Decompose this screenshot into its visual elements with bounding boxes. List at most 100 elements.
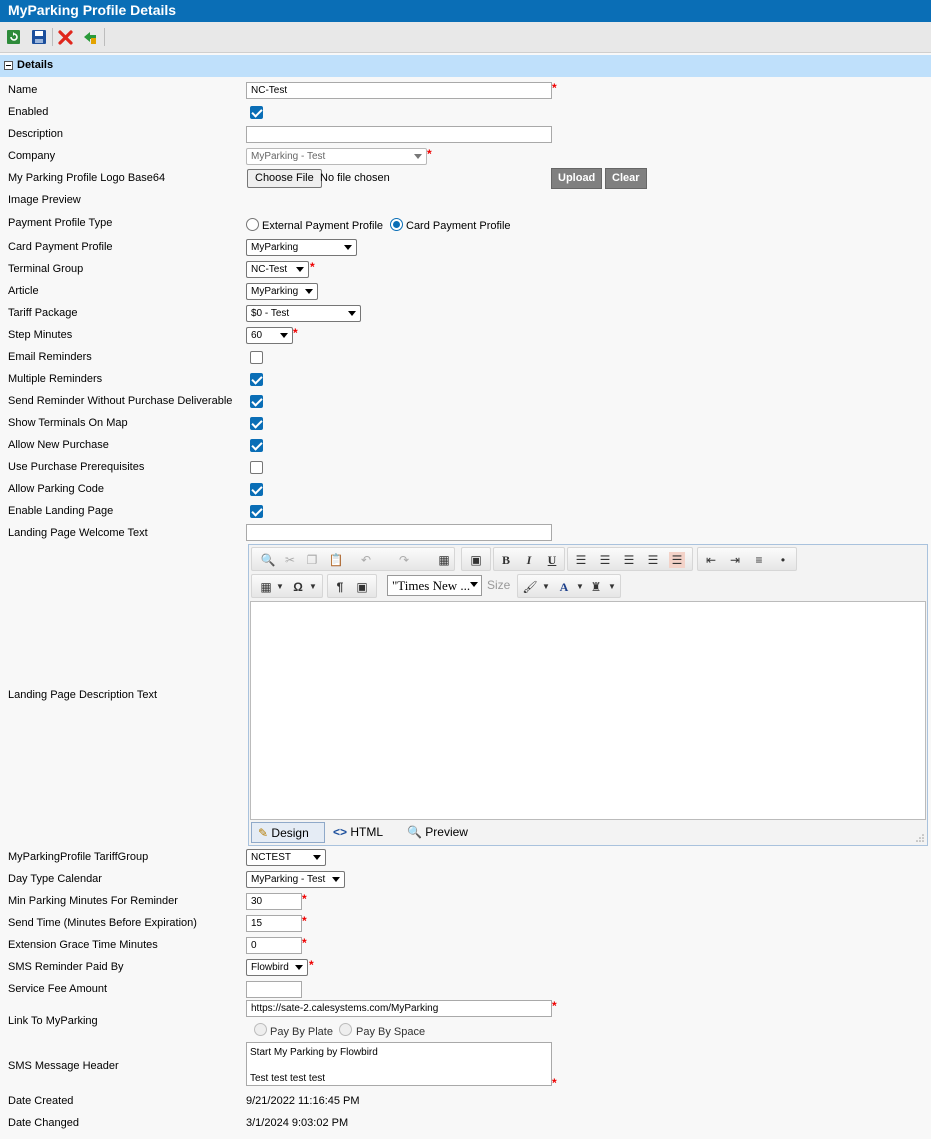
send-time-label: Send Time (Minutes Before Expiration): [8, 917, 197, 929]
cut-icon[interactable]: ✂: [282, 552, 298, 568]
paragraph-icon[interactable]: ¶: [332, 579, 348, 595]
allow-parking-code-checkbox[interactable]: [250, 483, 263, 496]
copy-icon[interactable]: ❐: [304, 552, 320, 568]
tariff-package-select[interactable]: $0 - Test: [246, 305, 361, 322]
upload-button[interactable]: Upload: [551, 168, 603, 189]
align-left-icon[interactable]: ☰: [573, 552, 589, 568]
description-input[interactable]: [246, 126, 552, 143]
chevron-down-icon[interactable]: ▼: [305, 579, 321, 595]
step-minutes-select[interactable]: 60: [246, 327, 293, 344]
multiple-reminders-checkbox[interactable]: [250, 373, 263, 386]
align-right-icon[interactable]: ☰: [621, 552, 637, 568]
send-reminder-without-checkbox[interactable]: [250, 395, 263, 408]
sms-header-label: SMS Message Header: [8, 1060, 119, 1072]
choose-file-button[interactable]: Choose File: [247, 169, 322, 188]
back-icon[interactable]: [82, 28, 100, 46]
use-prerequisites-checkbox[interactable]: [250, 461, 263, 474]
chevron-down-icon[interactable]: ▼: [272, 579, 288, 595]
show-terminals-checkbox[interactable]: [250, 417, 263, 430]
article-select[interactable]: MyParking: [246, 283, 318, 300]
refresh-icon[interactable]: [5, 28, 23, 46]
image-manager-icon[interactable]: ▣: [468, 552, 484, 568]
min-parking-minutes-input[interactable]: 30: [246, 893, 302, 910]
font-color-icon[interactable]: A: [556, 579, 572, 595]
required-marker: *: [552, 81, 557, 95]
card-payment-radio[interactable]: [390, 218, 403, 231]
email-reminders-checkbox[interactable]: [250, 351, 263, 364]
bold-icon[interactable]: B: [498, 552, 514, 568]
service-fee-input[interactable]: [246, 981, 302, 998]
clear-button[interactable]: Clear: [605, 168, 647, 189]
tariff-group-value: NCTEST: [251, 852, 291, 863]
undo-icon[interactable]: ↶: [358, 552, 374, 568]
company-label: Company: [8, 150, 56, 162]
underline-icon[interactable]: U: [544, 552, 560, 568]
align-center-icon[interactable]: ☰: [597, 552, 613, 568]
link-to-myparking-input[interactable]: https://sate-2.calesystems.com/MyParking: [246, 1000, 552, 1017]
editor-content-area[interactable]: [250, 601, 926, 820]
external-payment-label: External Payment Profile: [262, 220, 384, 232]
pay-by-plate-radio[interactable]: [254, 1023, 267, 1036]
indent-icon[interactable]: ⇥: [727, 552, 743, 568]
resize-grip-icon[interactable]: [915, 833, 924, 842]
enable-landing-page-checkbox[interactable]: [250, 505, 263, 518]
section-title: Details: [17, 59, 54, 71]
justify-icon[interactable]: ☰: [645, 552, 661, 568]
external-payment-radio[interactable]: [246, 218, 259, 231]
numbered-list-icon[interactable]: ≡: [751, 552, 767, 568]
tab-preview[interactable]: 🔍 Preview: [401, 822, 474, 843]
required-marker: *: [552, 999, 557, 1013]
card-payment-profile-select[interactable]: MyParking: [246, 239, 357, 256]
font-size-select[interactable]: Size: [483, 575, 515, 596]
bullet-list-icon[interactable]: •: [775, 552, 791, 568]
company-select[interactable]: MyParking - Test: [246, 148, 427, 165]
landing-welcome-input[interactable]: [246, 524, 552, 541]
required-marker: *: [293, 326, 298, 340]
terminal-group-value: NC-Test: [251, 264, 288, 275]
redo-icon[interactable]: ↷: [396, 552, 412, 568]
font-name-value: "Times New ...: [392, 578, 471, 593]
paste-icon[interactable]: 📋: [328, 552, 344, 568]
tab-design-label: Design: [271, 826, 309, 840]
enabled-label: Enabled: [8, 106, 49, 118]
tab-design[interactable]: ✎ Design: [251, 822, 325, 843]
details-section-header[interactable]: Details: [0, 55, 931, 77]
name-input[interactable]: NC-Test: [246, 82, 552, 99]
chevron-down-icon: [295, 965, 303, 970]
service-fee-label: Service Fee Amount: [8, 983, 108, 995]
save-icon[interactable]: [30, 28, 48, 46]
find-icon[interactable]: 🔍: [260, 552, 276, 568]
chevron-down-icon[interactable]: ▼: [572, 579, 588, 595]
tab-html[interactable]: <> HTML: [327, 822, 389, 843]
card-payment-profile-value: MyParking: [251, 242, 299, 253]
chevron-down-icon[interactable]: ▼: [538, 579, 554, 595]
terminal-group-select[interactable]: NC-Test: [246, 261, 309, 278]
select-all-icon[interactable]: ▦: [436, 552, 452, 568]
allow-new-purchase-checkbox[interactable]: [250, 439, 263, 452]
format-brush-icon[interactable]: 🖌: [522, 579, 538, 595]
link-to-myparking-label: Link To MyParking: [8, 1015, 98, 1027]
allow-new-purchase-label: Allow New Purchase: [8, 439, 109, 451]
delete-icon[interactable]: [57, 28, 75, 46]
extension-grace-input[interactable]: 0: [246, 937, 302, 954]
magnifier-icon: 🔍: [407, 825, 422, 839]
enabled-checkbox[interactable]: [250, 106, 263, 119]
tariff-package-label: Tariff Package: [8, 307, 78, 319]
sms-paid-by-select[interactable]: Flowbird: [246, 959, 308, 976]
chevron-down-icon[interactable]: ▼: [604, 579, 620, 595]
remove-alignment-icon[interactable]: ☰: [669, 552, 685, 568]
collapse-icon[interactable]: [4, 61, 13, 70]
outdent-icon[interactable]: ⇤: [703, 552, 719, 568]
tariff-group-select[interactable]: NCTEST: [246, 849, 326, 866]
pay-by-space-radio[interactable]: [339, 1023, 352, 1036]
font-name-select[interactable]: "Times New ...: [387, 575, 482, 596]
editor-group-image: ▣: [461, 547, 491, 571]
day-type-calendar-select[interactable]: MyParking - Test: [246, 871, 345, 888]
send-time-input[interactable]: 15: [246, 915, 302, 932]
highlight-icon[interactable]: ♜: [588, 579, 604, 595]
insert-media-icon[interactable]: ▣: [354, 579, 370, 595]
symbol-icon[interactable]: Ω: [290, 579, 306, 595]
chevron-down-icon: [280, 333, 288, 338]
sms-header-textarea[interactable]: Start My Parking by Flowbird Test test t…: [246, 1042, 552, 1086]
italic-icon[interactable]: I: [521, 552, 537, 568]
